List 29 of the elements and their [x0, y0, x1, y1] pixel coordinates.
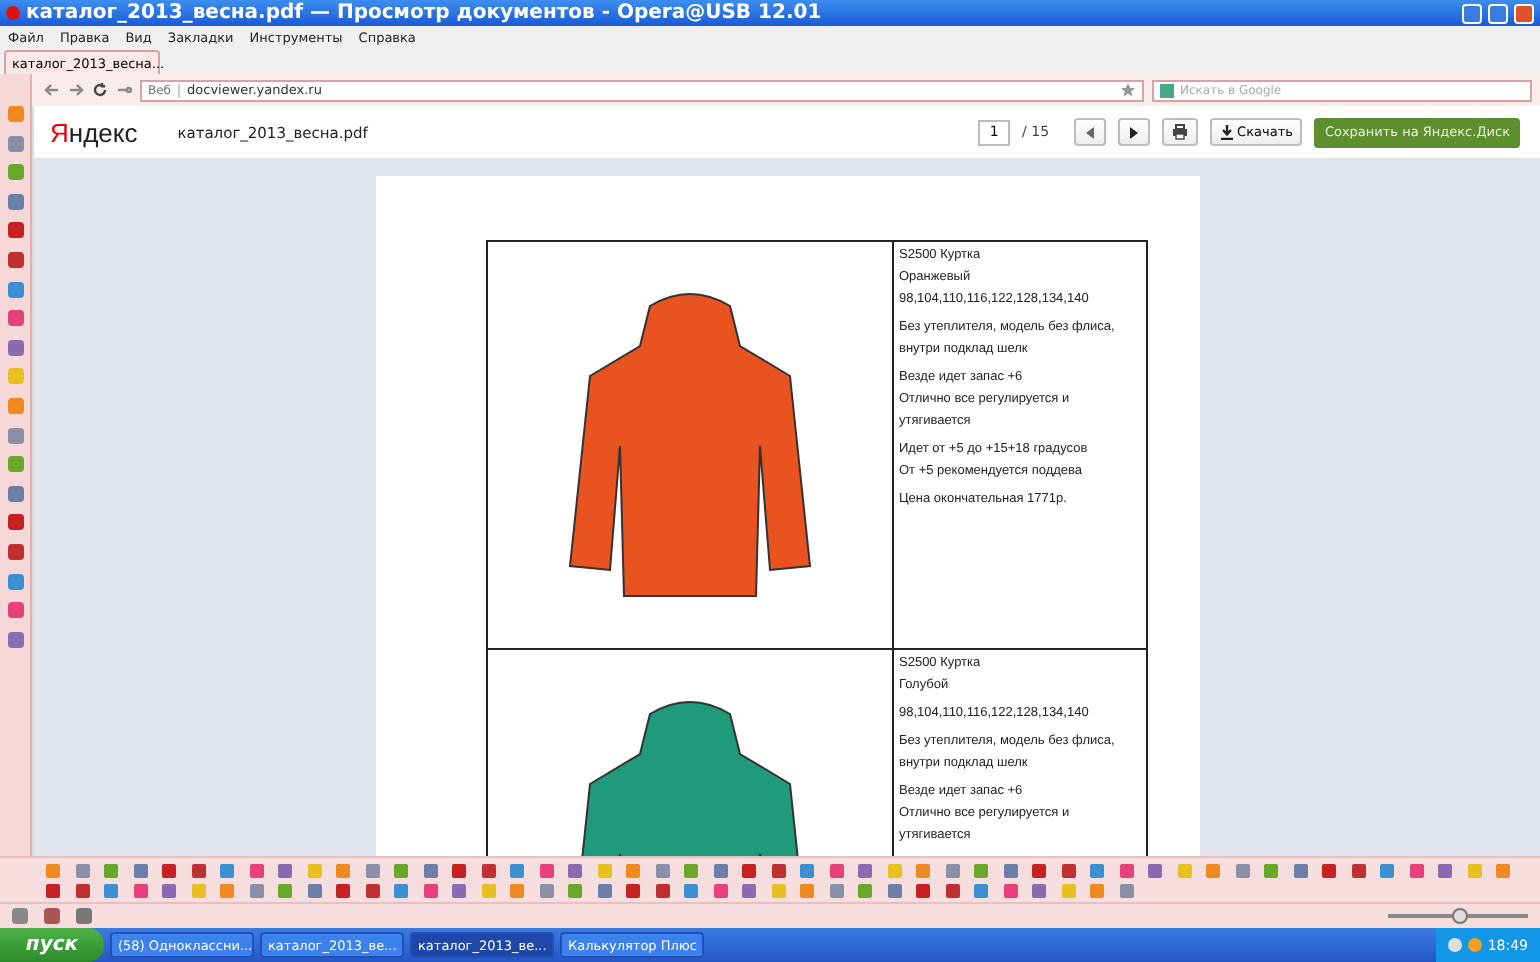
- printer-icon: [1171, 124, 1188, 140]
- forward-icon[interactable]: [68, 82, 84, 98]
- reload-icon[interactable]: [92, 82, 108, 98]
- bookmark-icon[interactable]: [1351, 863, 1365, 877]
- prev-page-button[interactable]: [1073, 118, 1106, 146]
- bookmark-icon[interactable]: [1380, 863, 1394, 877]
- bookmark-icon[interactable]: [1293, 863, 1307, 877]
- bookmark-icon[interactable]: [1409, 863, 1423, 877]
- key-icon[interactable]: [116, 82, 132, 98]
- back-icon[interactable]: [44, 82, 60, 98]
- print-button[interactable]: [1161, 118, 1198, 146]
- bookmark-icon[interactable]: [1148, 863, 1162, 877]
- bookmark-icon[interactable]: [1206, 863, 1220, 877]
- minimize-button[interactable]: [1462, 3, 1482, 23]
- bookmark-icon[interactable]: [1322, 863, 1336, 877]
- app-icon: [6, 6, 20, 20]
- left-triangle-icon: [1083, 125, 1096, 139]
- bookmark-icon[interactable]: [1496, 863, 1510, 877]
- close-button[interactable]: [1514, 3, 1534, 23]
- next-page-button[interactable]: [1117, 118, 1150, 146]
- download-icon: [1219, 124, 1234, 140]
- right-triangle-icon: [1127, 125, 1140, 139]
- maximize-button[interactable]: [1488, 3, 1508, 23]
- logo[interactable]: Яндекс: [50, 117, 138, 147]
- bookmark-icon[interactable]: [1235, 863, 1249, 877]
- bookmark-icon[interactable]: [1438, 863, 1452, 877]
- bookmark-icon[interactable]: [1264, 863, 1278, 877]
- star-icon[interactable]: [1120, 82, 1136, 98]
- window-title: каталог_2013_весна.pdf — Просмотр документов - Opera@USB 12.01: [26, 2, 824, 24]
